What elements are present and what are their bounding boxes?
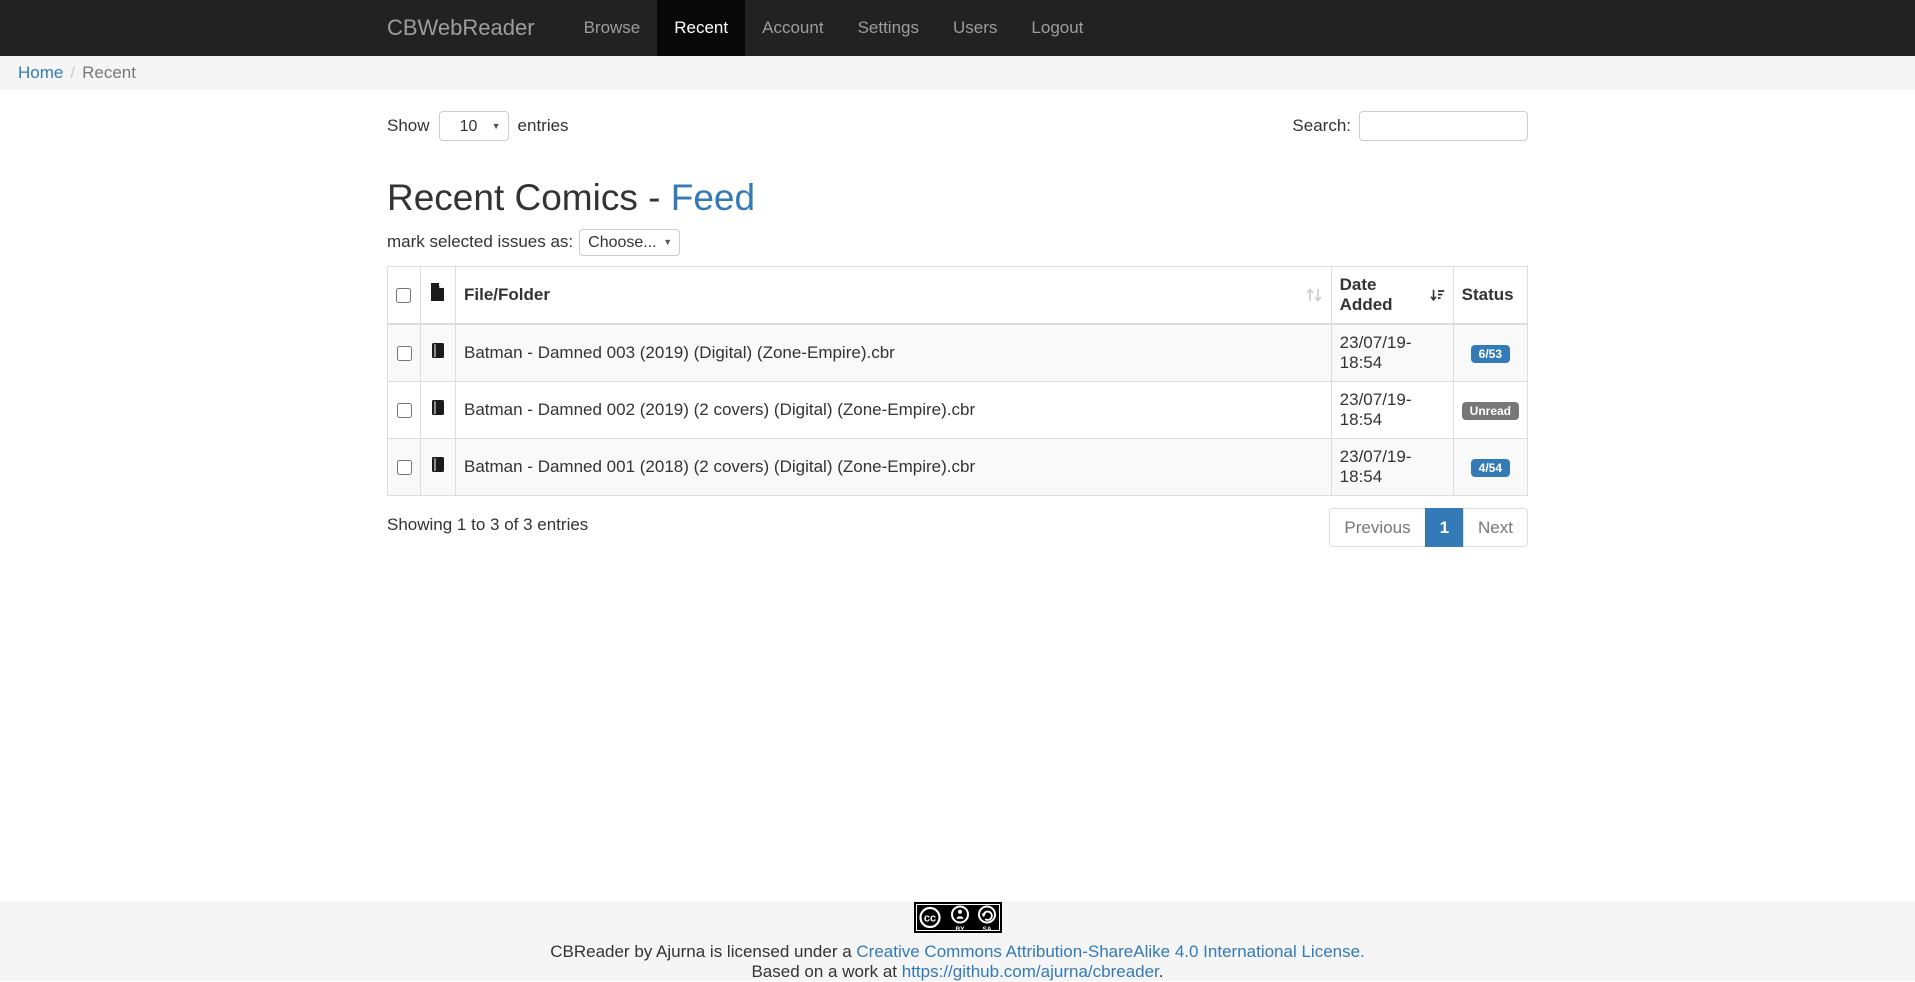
- row-type-cell: [421, 381, 456, 438]
- recent-comics-table: File/Folder Date Added: [387, 266, 1528, 496]
- book-icon: [430, 456, 446, 473]
- table-row: Batman - Damned 001 (2018) (2 covers) (D…: [388, 438, 1528, 495]
- nav-item-account[interactable]: Account: [745, 0, 840, 56]
- breadcrumb-home-link[interactable]: Home: [18, 63, 63, 82]
- by-label: BY: [955, 926, 965, 933]
- search-input[interactable]: [1359, 111, 1528, 141]
- source-text-suffix: .: [1159, 962, 1164, 981]
- main-content: Show 10 ▼ entries Search: Recent Comics …: [387, 90, 1528, 901]
- file-name-cell[interactable]: Batman - Damned 002 (2019) (2 covers) (D…: [456, 381, 1332, 438]
- feed-link[interactable]: Feed: [671, 177, 755, 218]
- status-badge: 6/53: [1471, 345, 1510, 363]
- select-all-cell: [388, 266, 421, 324]
- table-row: Batman - Damned 002 (2019) (2 covers) (D…: [388, 381, 1528, 438]
- breadcrumb-current: Recent: [82, 63, 136, 82]
- page-size-select[interactable]: 10: [439, 111, 509, 141]
- table-controls: Show 10 ▼ entries Search:: [387, 111, 1528, 141]
- page-title: Recent Comics - Feed: [387, 178, 1528, 219]
- file-name-cell[interactable]: Batman - Damned 003 (2019) (Digital) (Zo…: [456, 324, 1332, 382]
- nav-item-browse[interactable]: Browse: [567, 0, 658, 56]
- pagination-previous-button[interactable]: Previous: [1329, 508, 1425, 548]
- nav-item-recent[interactable]: Recent: [657, 0, 745, 56]
- row-select-cell: [388, 381, 421, 438]
- license-line: CBReader by Ajurna is licensed under a C…: [0, 942, 1915, 962]
- nav-item-settings[interactable]: Settings: [841, 0, 936, 56]
- table-info: Showing 1 to 3 of 3 entries: [387, 508, 588, 535]
- license-text: CBReader by Ajurna is licensed under a: [550, 942, 856, 961]
- row-select-cell: [388, 438, 421, 495]
- row-checkbox[interactable]: [397, 403, 412, 418]
- file-name[interactable]: Batman - Damned 003 (2019) (Digital) (Zo…: [464, 343, 895, 362]
- nav-items: Browse Recent Account Settings Users Log…: [567, 0, 1101, 56]
- mark-selected-select[interactable]: Choose...: [579, 229, 680, 256]
- select-all-checkbox[interactable]: [396, 288, 411, 303]
- sa-label: SA: [982, 926, 991, 933]
- column-header-status: Status: [1453, 266, 1527, 324]
- mark-selected-control: mark selected issues as: Choose... ▼: [387, 229, 1528, 256]
- source-line: Based on a work at https://github.com/aj…: [0, 962, 1915, 982]
- book-icon: [430, 342, 446, 359]
- breadcrumb: Home/Recent: [0, 56, 1915, 90]
- search-label: Search:: [1292, 116, 1351, 136]
- page-length-control: Show 10 ▼ entries: [387, 111, 569, 141]
- date-added-cell: 23/07/19-18:54: [1331, 438, 1453, 495]
- book-icon: [430, 399, 446, 416]
- column-header-file-folder[interactable]: File/Folder: [456, 266, 1332, 324]
- nav-item-users[interactable]: Users: [936, 0, 1014, 56]
- date-added-cell: 23/07/19-18:54: [1331, 324, 1453, 382]
- row-type-cell: [421, 324, 456, 382]
- cc-by-sa-license-badge[interactable]: cc BY SA: [914, 902, 1002, 938]
- source-text: Based on a work at: [751, 962, 901, 981]
- github-link[interactable]: https://github.com/ajurna/cbreader: [902, 962, 1159, 981]
- sort-icon: [1305, 287, 1323, 303]
- navbar: CBWebReader Browse Recent Account Settin…: [0, 0, 1915, 56]
- status-cell: Unread: [1453, 381, 1527, 438]
- status-cell: 6/53: [1453, 324, 1527, 382]
- file-name[interactable]: Batman - Damned 002 (2019) (2 covers) (D…: [464, 400, 975, 419]
- status-header-label: Status: [1462, 285, 1514, 304]
- status-badge: Unread: [1462, 402, 1519, 420]
- row-select-cell: [388, 324, 421, 382]
- breadcrumb-separator: /: [63, 63, 82, 82]
- table-header-row: File/Folder Date Added: [388, 266, 1528, 324]
- footer: cc BY SA CBReader by Ajurna is licensed …: [0, 901, 1915, 981]
- sort-desc-icon: [1430, 287, 1445, 303]
- table-footer-controls: Showing 1 to 3 of 3 entries Previous 1 N…: [387, 508, 1528, 548]
- status-cell: 4/54: [1453, 438, 1527, 495]
- entries-label: entries: [518, 116, 569, 136]
- pagination: Previous 1 Next: [1329, 508, 1528, 548]
- status-badge: 4/54: [1471, 459, 1510, 477]
- column-header-date-added[interactable]: Date Added: [1331, 266, 1453, 324]
- pagination-page-1-button[interactable]: 1: [1425, 508, 1464, 548]
- page-title-text: Recent Comics -: [387, 177, 671, 218]
- file-icon: [429, 283, 445, 301]
- file-type-header-cell: [421, 266, 456, 324]
- search-control: Search:: [1292, 111, 1528, 141]
- license-link[interactable]: Creative Commons Attribution-ShareAlike …: [856, 942, 1364, 961]
- row-type-cell: [421, 438, 456, 495]
- show-label: Show: [387, 116, 430, 136]
- table-row: Batman - Damned 003 (2019) (Digital) (Zo…: [388, 324, 1528, 382]
- date-added-cell: 23/07/19-18:54: [1331, 381, 1453, 438]
- date-added-header-label: Date Added: [1340, 275, 1423, 315]
- person-icon: [957, 910, 961, 914]
- file-name-cell[interactable]: Batman - Damned 001 (2018) (2 covers) (D…: [456, 438, 1332, 495]
- cc-icon: cc: [923, 913, 935, 925]
- pagination-next-button[interactable]: Next: [1463, 508, 1528, 548]
- row-checkbox[interactable]: [397, 346, 412, 361]
- row-checkbox[interactable]: [397, 460, 412, 475]
- file-name[interactable]: Batman - Damned 001 (2018) (2 covers) (D…: [464, 457, 975, 476]
- nav-item-logout[interactable]: Logout: [1014, 0, 1100, 56]
- brand-link[interactable]: CBWebReader: [387, 0, 553, 56]
- file-folder-header-label: File/Folder: [464, 285, 550, 304]
- mark-selected-label: mark selected issues as:: [387, 232, 573, 252]
